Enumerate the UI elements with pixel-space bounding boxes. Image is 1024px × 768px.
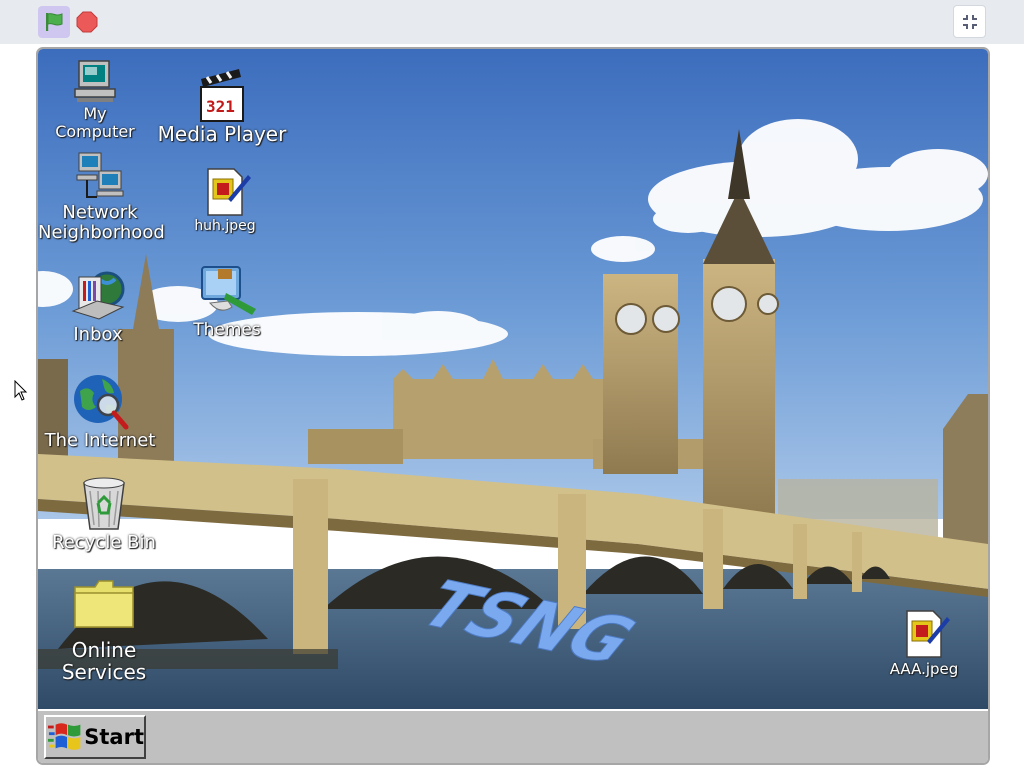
taskbar: Start [38,709,988,763]
wallpaper: TSNG [38,49,988,709]
folder-icon [74,580,134,628]
themes-icon [201,266,256,315]
start-button[interactable]: Start [44,715,146,759]
green-flag-icon [46,13,63,31]
media-player-clapperboard-icon: 321 [200,69,244,122]
desktop-icon-media-player[interactable]: 321 Media Player [154,65,290,145]
desktop-icon-inbox[interactable]: Inbox [52,267,144,345]
desktop-icon-label: My Computer [55,104,135,141]
desktop-icon-recycle-bin[interactable]: Recycle Bin [48,473,160,553]
desktop-icon-huh-jpeg[interactable]: huh.jpeg [178,165,272,234]
stop-sign-icon [76,11,98,33]
network-neighborhood-icon [76,152,124,198]
desktop-icon-label: The Internet [44,430,156,451]
start-label: Start [84,725,144,749]
desktop-icon-aaa-jpeg[interactable]: AAA.jpeg [884,607,964,678]
inbox-icon [71,271,125,320]
stop-button[interactable] [75,10,99,34]
desktop-icon-label: Themes [193,320,261,340]
image-file-icon [207,168,251,216]
desktop[interactable]: TSNG My Computer 321 Media Player Networ… [38,49,988,709]
desktop-icon-label: Inbox [73,324,123,345]
green-flag-button[interactable] [38,6,70,38]
desktop-icon-the-internet[interactable]: The Internet [42,371,158,451]
desktop-icon-label: huh.jpeg [194,218,256,234]
stage[interactable]: TSNG My Computer 321 Media Player Networ… [36,47,990,765]
recycle-bin-icon [83,477,125,530]
internet-globe-icon [74,375,129,430]
my-computer-icon [74,60,116,102]
desktop-icon-label: Online Services [61,638,147,684]
desktop-icon-label: AAA.jpeg [889,660,959,678]
image-file-icon [906,610,950,658]
desktop-icon-label: Media Player [157,122,287,146]
desktop-icon-themes[interactable]: Themes [182,263,272,340]
exit-fullscreen-button[interactable] [953,5,986,38]
desktop-icon-network-neighborhood[interactable]: Network Neighborhood [38,149,165,243]
toolbar [0,0,1024,44]
windows-flag-icon [48,723,81,750]
desktop-icon-label: Recycle Bin [52,532,156,553]
svg-text:321: 321 [206,97,235,116]
desktop-icon-label: Network Neighborhood [38,202,165,243]
mouse-cursor-icon [14,380,28,401]
desktop-icon-my-computer[interactable]: My Computer [42,57,148,140]
exit-fullscreen-icon [962,14,977,29]
desktop-icon-online-services[interactable]: Online Services [52,579,156,683]
